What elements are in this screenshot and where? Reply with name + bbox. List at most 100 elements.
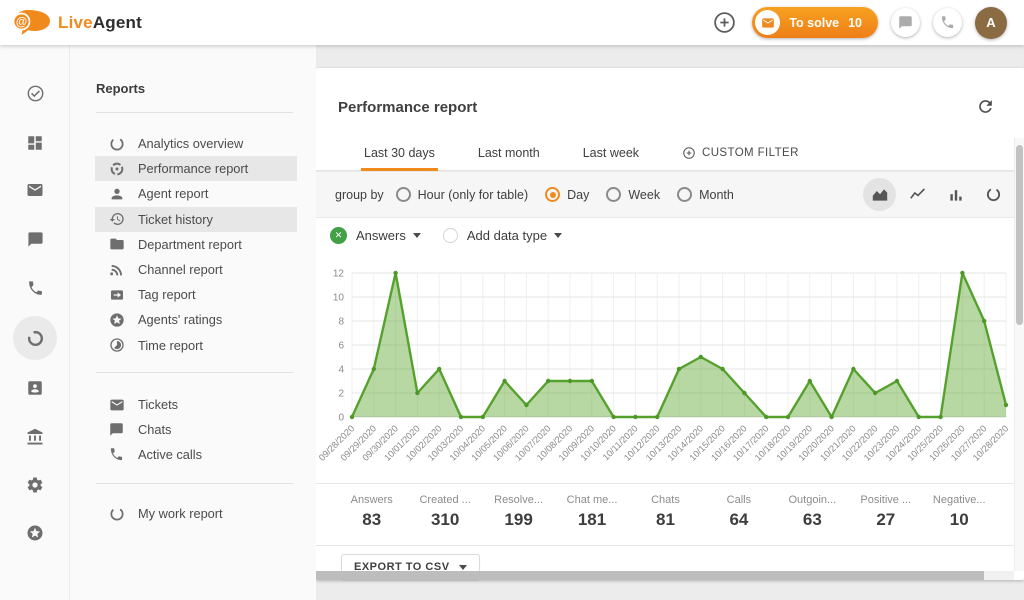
chevron-down-icon <box>413 233 421 238</box>
check-circle-icon <box>26 84 45 103</box>
phone-icon <box>27 280 44 297</box>
mail-icon <box>108 396 125 413</box>
calls-button[interactable] <box>933 8 962 37</box>
report-card: Performance report Last 30 days Last mon… <box>316 68 1024 580</box>
radio-selected-icon <box>545 187 560 202</box>
rail-dashboard-button[interactable] <box>13 121 57 165</box>
vertical-scrollbar-thumb[interactable] <box>1016 145 1023 325</box>
timelapse-icon <box>108 337 125 354</box>
reports-donut-icon <box>26 329 45 348</box>
tab-last-30-days[interactable]: Last 30 days <box>361 146 438 172</box>
menu-item-department-report[interactable]: Department report <box>95 232 297 257</box>
rail-phone-button[interactable] <box>13 266 57 310</box>
menu-item-agent-report[interactable]: Agent report <box>95 181 297 206</box>
liveagent-app: @ LiveAgent To solve 10 <box>0 0 1024 600</box>
menu-item-time-report[interactable]: Time report <box>95 333 297 358</box>
svg-text:6: 6 <box>338 341 344 352</box>
series-chips: ✕ Answers Add data type <box>330 218 562 252</box>
to-solve-button[interactable]: To solve 10 <box>752 7 878 38</box>
liveagent-bubble-icon: @ <box>12 8 52 37</box>
rail-star-button[interactable] <box>13 511 57 555</box>
contact-card-icon <box>26 379 44 397</box>
refresh-icon <box>976 97 995 116</box>
menu-item-tag-report[interactable]: Tag report <box>95 282 297 307</box>
stat-created: Created ...310 <box>408 494 481 545</box>
add-chip-label: Add data type <box>467 228 547 243</box>
top-header: @ LiveAgent To solve 10 <box>0 0 1024 45</box>
horizontal-scrollbar-thumb[interactable] <box>316 571 984 580</box>
menu-group-queues: Tickets Chats Active calls <box>95 392 297 468</box>
svg-text:0: 0 <box>338 413 344 424</box>
chat-icon <box>108 421 125 438</box>
to-solve-label: To solve <box>789 16 839 30</box>
menu-title: Reports <box>96 81 145 96</box>
radio-week[interactable]: Week <box>606 187 660 202</box>
settings-gear-icon <box>26 476 44 494</box>
rail-chat-button[interactable] <box>13 217 57 261</box>
rail-contacts-button[interactable] <box>13 366 57 410</box>
svg-text:4: 4 <box>338 365 344 376</box>
svg-text:@: @ <box>16 17 27 29</box>
radio-circle-icon <box>606 187 621 202</box>
answers-series-chip[interactable]: ✕ Answers <box>330 227 421 244</box>
tab-last-week[interactable]: Last week <box>580 146 642 172</box>
radio-day[interactable]: Day <box>545 187 589 202</box>
tab-custom-filter[interactable]: CUSTOM FILTER <box>679 146 802 172</box>
brand-logo: @ LiveAgent <box>12 8 142 37</box>
radio-month[interactable]: Month <box>677 187 734 202</box>
area-chart-type-button[interactable] <box>863 178 896 211</box>
tab-last-month[interactable]: Last month <box>475 146 543 172</box>
to-solve-count: 10 <box>848 16 862 30</box>
rail-bank-button[interactable] <box>13 415 57 459</box>
menu-item-active-calls[interactable]: Active calls <box>95 442 297 467</box>
folder-icon <box>108 236 125 253</box>
rail-reports-button[interactable] <box>13 316 57 360</box>
radio-hour[interactable]: Hour (only for table) <box>396 187 528 202</box>
stat-answers: Answers83 <box>335 494 408 545</box>
add-circle-icon <box>712 10 737 35</box>
menu-item-tickets[interactable]: Tickets <box>95 392 297 417</box>
stat-calls: Calls64 <box>702 494 775 545</box>
menu-item-performance-report[interactable]: Performance report <box>95 156 297 181</box>
svg-text:10: 10 <box>333 293 345 304</box>
line-chart-type-button[interactable] <box>901 178 934 211</box>
radio-circle-icon <box>396 187 411 202</box>
menu-divider <box>96 112 293 113</box>
menu-item-channel-report[interactable]: Channel report <box>95 257 297 282</box>
tag-arrow-icon <box>108 286 125 303</box>
menu-item-analytics-overview[interactable]: Analytics overview <box>95 131 297 156</box>
bank-icon <box>26 428 44 446</box>
svg-text:12: 12 <box>333 269 345 280</box>
menu-divider <box>96 483 293 484</box>
icon-rail <box>0 45 70 600</box>
menu-item-agents-ratings[interactable]: Agents' ratings <box>95 307 297 332</box>
star-circle-icon <box>26 524 44 542</box>
menu-item-ticket-history[interactable]: Ticket history <box>95 207 297 232</box>
mail-icon <box>26 181 44 199</box>
remove-circle-icon[interactable]: ✕ <box>330 227 347 244</box>
group-by-bar: group by Hour (only for table) Day Week … <box>316 171 1024 218</box>
chats-button[interactable] <box>891 8 920 37</box>
menu-item-chats[interactable]: Chats <box>95 417 297 442</box>
add-button[interactable] <box>710 8 739 37</box>
rail-check-circle-button[interactable] <box>13 71 57 115</box>
menu-group-reports: Analytics overview Performance report Ag… <box>95 131 297 358</box>
menu-divider <box>96 372 293 373</box>
bar-chart-icon <box>948 187 964 203</box>
donut-chart-type-button[interactable] <box>977 178 1010 211</box>
bar-chart-type-button[interactable] <box>939 178 972 211</box>
page-title: Performance report <box>338 99 477 116</box>
horizontal-scrollbar <box>316 571 1014 580</box>
add-data-type-chip[interactable]: Add data type <box>443 228 562 243</box>
donut-large-icon <box>108 505 125 522</box>
donut-chart-icon <box>985 186 1002 203</box>
avatar[interactable]: A <box>975 7 1007 39</box>
mail-icon <box>755 10 780 35</box>
rail-settings-button[interactable] <box>13 463 57 507</box>
header-actions: To solve 10 A <box>710 7 1007 39</box>
chat-icon <box>898 15 913 30</box>
rail-mail-button[interactable] <box>13 168 57 212</box>
menu-item-my-work-report[interactable]: My work report <box>95 501 297 526</box>
refresh-button[interactable] <box>974 95 997 118</box>
stat-chats: Chats81 <box>629 494 702 545</box>
